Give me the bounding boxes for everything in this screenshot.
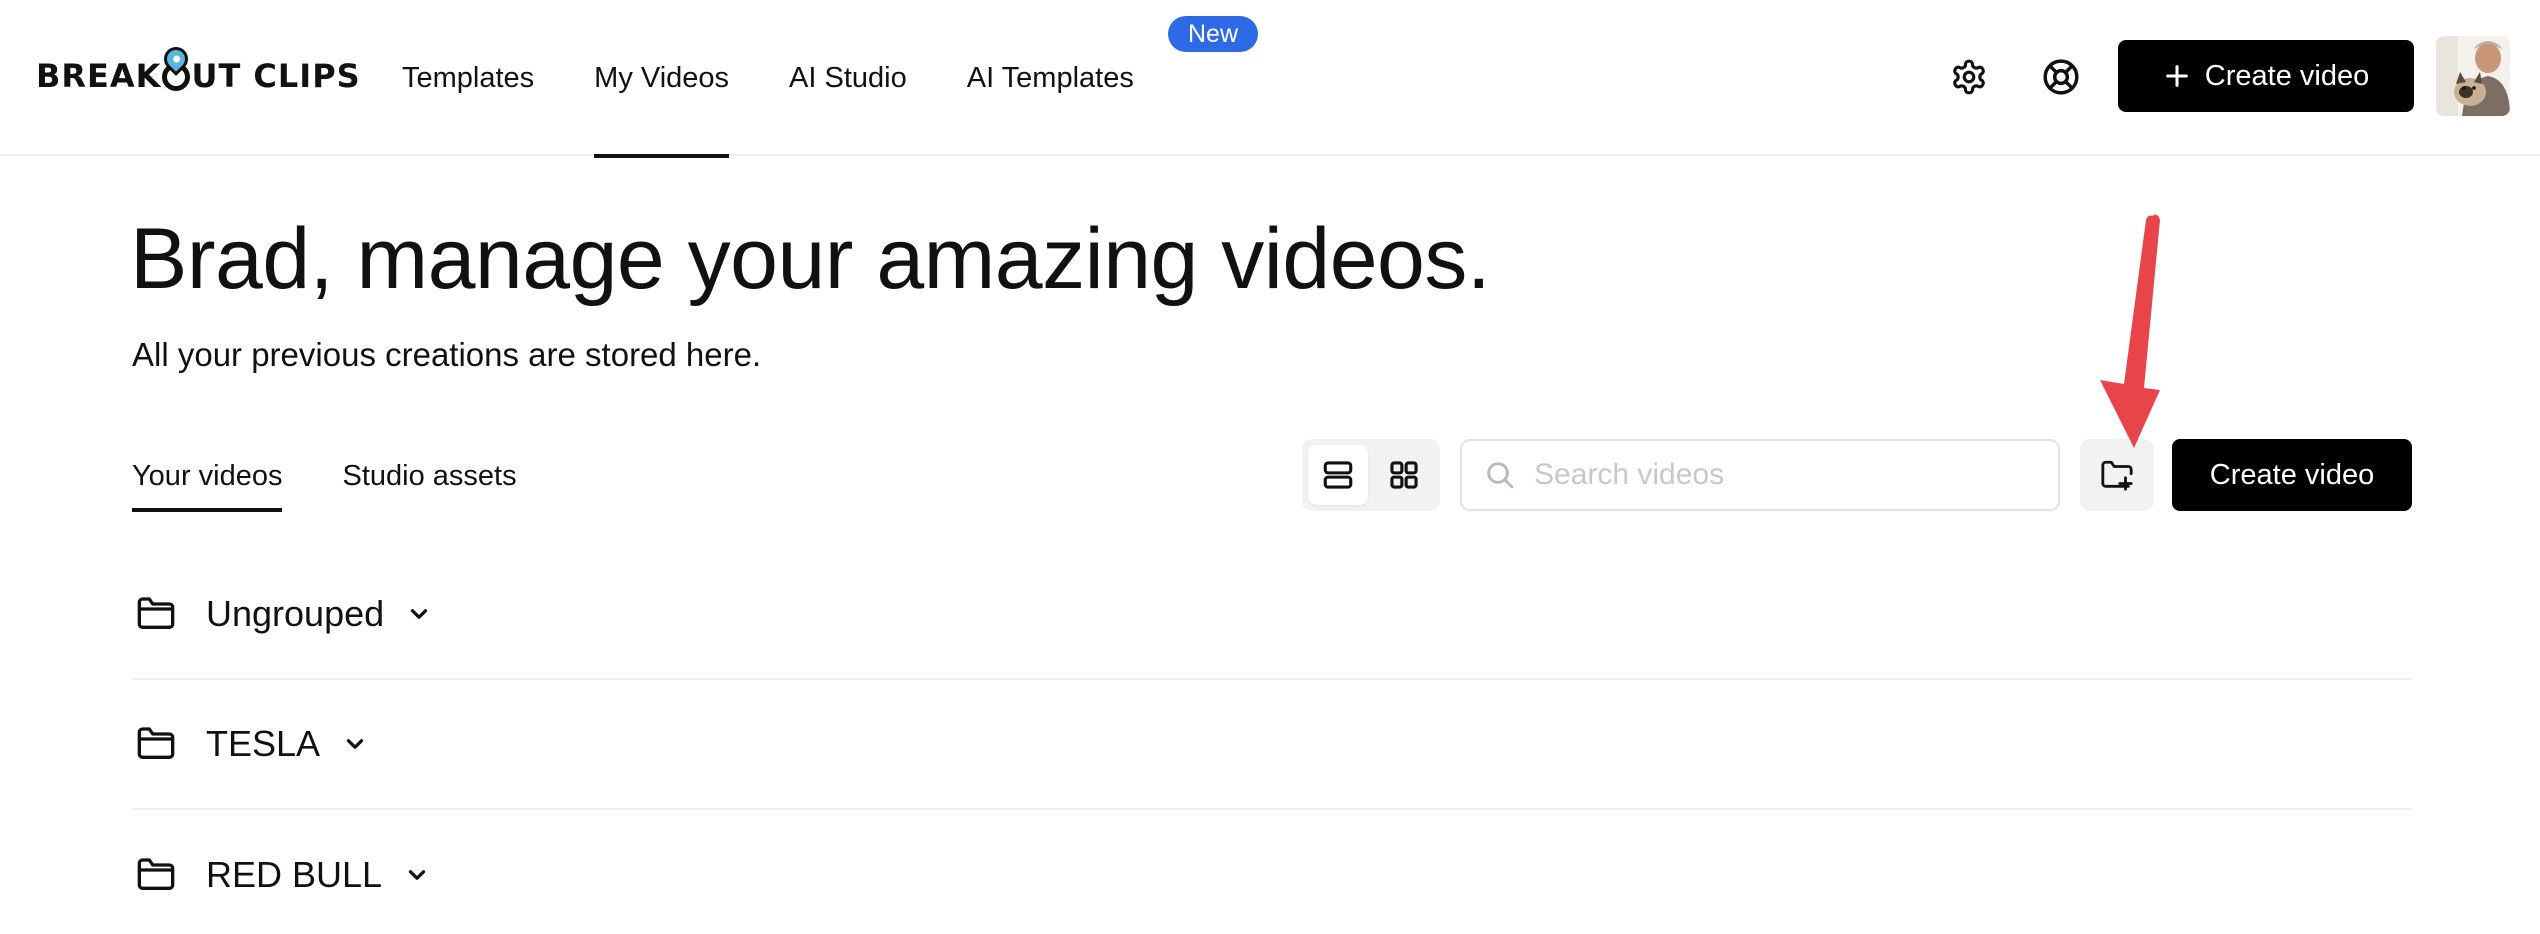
- main-nav: Templates My Videos AI Studio AI Templat…: [402, 0, 1194, 158]
- nav-ai-studio-label: AI Studio: [789, 61, 907, 94]
- folder-icon: [136, 853, 180, 897]
- folder-row-tesla[interactable]: TESLA: [132, 680, 2412, 810]
- chevron-down-icon[interactable]: [342, 730, 370, 758]
- grid-view-button[interactable]: [1374, 445, 1434, 505]
- nav-templates-label: Templates: [402, 61, 535, 94]
- tab-studio-assets[interactable]: Studio assets: [342, 440, 516, 512]
- header-create-video-button[interactable]: Create video: [2118, 40, 2414, 112]
- folder-plus-icon: [2101, 460, 2133, 491]
- folder-name: Ungrouped: [206, 593, 385, 634]
- create-video-label: Create video: [2209, 458, 2375, 491]
- nav-my-videos[interactable]: My Videos: [594, 0, 730, 158]
- logo-pin-icon: [159, 42, 194, 91]
- annotation-arrow: [2100, 214, 2160, 448]
- grid-view-icon: [1390, 461, 1418, 489]
- help-button[interactable]: [2036, 52, 2086, 102]
- avatar-photo: [2436, 36, 2510, 116]
- folder-row-ungrouped[interactable]: Ungrouped: [132, 550, 2412, 680]
- folder-row-red-bull[interactable]: RED BULL: [132, 810, 2412, 934]
- nav-ai-studio[interactable]: AI Studio: [789, 0, 907, 156]
- tab-your-videos[interactable]: Your videos: [132, 440, 283, 512]
- list-view-button[interactable]: [1308, 445, 1368, 505]
- nav-ai-templates[interactable]: AI Templates: [967, 0, 1134, 156]
- folder-icon: [136, 592, 180, 636]
- list-view-icon: [1323, 461, 1353, 489]
- search-icon: [1487, 462, 1514, 489]
- search-box: [1460, 439, 2060, 511]
- view-mode-toggle: [1302, 439, 1440, 511]
- page-title: Brad, manage your amazing videos.: [130, 211, 1491, 307]
- search-videos-input[interactable]: [1534, 458, 2034, 492]
- folder-name: RED BULL: [206, 854, 383, 895]
- user-avatar[interactable]: [2436, 36, 2510, 116]
- chevron-down-icon[interactable]: [404, 861, 432, 889]
- folder-icon: [136, 722, 180, 766]
- new-badge: New: [1168, 16, 1258, 52]
- nav-templates[interactable]: Templates: [402, 0, 534, 156]
- plus-icon: [2165, 65, 2188, 87]
- tab-your-videos-label: Your videos: [132, 459, 283, 492]
- header-create-video-label: Create video: [2204, 59, 2370, 92]
- nav-my-videos-label: My Videos: [594, 61, 730, 94]
- gear-icon: [1953, 59, 1985, 95]
- tab-studio-assets-label: Studio assets: [342, 459, 517, 492]
- nav-ai-templates-label: AI Templates: [966, 61, 1134, 94]
- logo-text-start: BREAK: [36, 57, 162, 95]
- page-subtitle: All your previous creations are stored h…: [132, 336, 762, 373]
- lifebuoy-icon: [2043, 59, 2079, 95]
- create-video-button[interactable]: Create video: [2172, 439, 2412, 511]
- logo-text-end: UT CLIPS: [191, 57, 361, 95]
- settings-button[interactable]: [1944, 52, 1994, 102]
- folder-list: Ungrouped TESLA RED BULL: [132, 550, 2412, 934]
- top-navigation-bar: BREAK UT CLIPS Templates My Videos AI St…: [0, 0, 2540, 158]
- folder-name: TESLA: [206, 723, 321, 764]
- content-tabs: Your videos Studio assets: [132, 440, 577, 512]
- breakout-clips-logo[interactable]: BREAK UT CLIPS: [36, 42, 361, 98]
- chevron-down-icon[interactable]: [406, 600, 434, 628]
